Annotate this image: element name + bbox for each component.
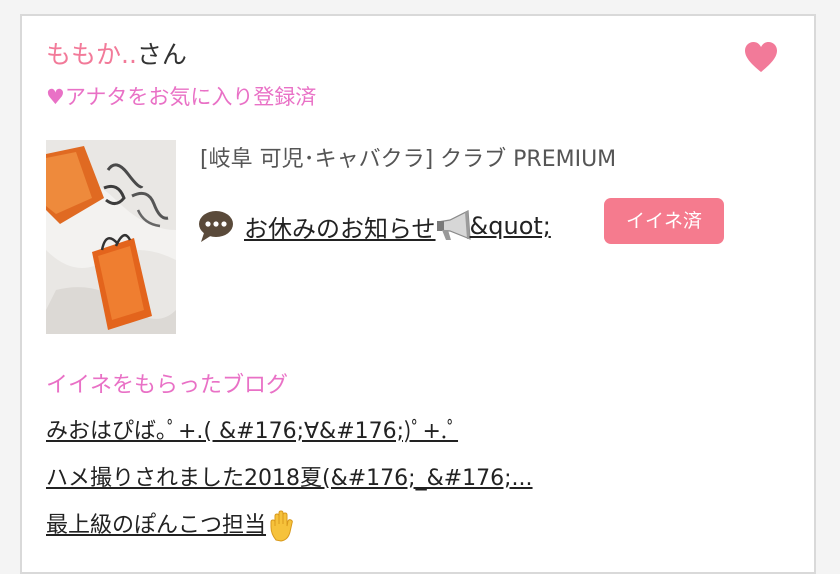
post-row: お休みのお知らせ &quot; <box>198 204 551 248</box>
post-title: お休みのお知らせ <box>244 214 436 243</box>
favorite-status: ♥アナタをお気に入り登録済 <box>46 85 317 109</box>
blog-link[interactable]: みおはぴば｡ﾟ+.( &#176;∀&#176;)ﾟ+.ﾟ <box>46 412 458 452</box>
speech-bubble-icon <box>199 211 233 242</box>
blog-link[interactable]: 最上級のぽんこつ担当 <box>46 506 298 546</box>
favorite-card: ももか..さん ♥アナタをお気に入り登録済 [岐阜 可児･キャバクラ] クラブ … <box>20 14 816 574</box>
raised-hand-icon <box>270 510 293 542</box>
liked-blog-list: みおはぴば｡ﾟ+.( &#176;∀&#176;)ﾟ+.ﾟ ハメ撮りされました2… <box>46 412 533 553</box>
user-honorific: さん <box>136 40 187 69</box>
blog-title: 最上級のぽんこつ担当 <box>46 513 267 538</box>
blog-link[interactable]: ハメ撮りされました2018夏(&#176;_&#176;... <box>46 459 533 499</box>
post-title-suffix: &quot; <box>469 212 551 240</box>
cast-photo[interactable] <box>46 140 176 334</box>
shop-info[interactable]: [岐阜 可児･キャバクラ] クラブ PREMIUM <box>200 142 616 178</box>
heart-icon[interactable] <box>744 40 778 76</box>
list-item: ハメ撮りされました2018夏(&#176;_&#176;... <box>46 459 533 506</box>
user-name[interactable]: ももか..さん <box>46 38 187 72</box>
megaphone-icon <box>436 210 471 240</box>
list-item: みおはぴば｡ﾟ+.( &#176;∀&#176;)ﾟ+.ﾟ <box>46 412 533 459</box>
user-nickname[interactable]: ももか.. <box>46 40 137 69</box>
liked-button[interactable]: イイネ済 <box>604 198 724 244</box>
list-item: 最上級のぽんこつ担当 <box>46 506 533 553</box>
liked-blogs-heading: イイネをもらったブログ <box>46 373 289 398</box>
post-title-link[interactable]: お休みのお知らせ &quot; <box>244 209 551 244</box>
